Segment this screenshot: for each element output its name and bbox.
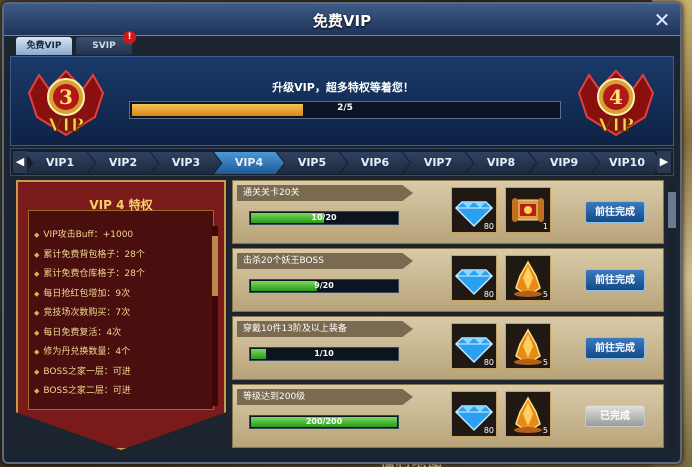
window-title: 免费VIP <box>312 12 372 30</box>
go-complete-button[interactable]: 前往完成 <box>585 269 645 291</box>
reward-count: 80 <box>483 426 494 435</box>
svg-text:4: 4 <box>609 85 623 109</box>
task-card: 等级达到200级 200/200 80 5 已完成 <box>232 384 664 448</box>
privileges-scroll-thumb[interactable] <box>212 236 218 296</box>
task-card: 通关关卡20关 10/20 80 1 前往完成 <box>232 180 664 244</box>
tab-svip-label: SVIP <box>92 41 116 51</box>
reward-count: 80 <box>483 358 494 367</box>
privilege-item: BOSS之家一层：可进 <box>34 363 204 383</box>
reward-slot[interactable]: 1 <box>505 187 551 233</box>
next-vip-badge-icon: 4 VIP <box>577 69 655 137</box>
privilege-item: 累计免费仓库格子：28个 <box>34 265 204 285</box>
tab-vip7[interactable]: VIP7 <box>403 152 473 174</box>
privileges-scrollbar[interactable] <box>212 226 218 406</box>
tab-vip9[interactable]: VIP9 <box>529 152 599 174</box>
go-complete-button[interactable]: 前往完成 <box>585 337 645 359</box>
notification-badge: ! <box>123 31 136 44</box>
upgrade-message: 升级VIP，超多特权等着您！ <box>272 81 414 94</box>
reward-count: 5 <box>542 290 548 299</box>
next-level-arrow-icon[interactable]: ▶ <box>657 151 671 173</box>
svg-text:VIP: VIP <box>47 115 84 136</box>
svg-text:3: 3 <box>59 85 73 109</box>
privilege-item: BOSS之家二层：可进 <box>34 382 204 402</box>
privilege-item: VIP攻击Buff：+1000 <box>34 226 204 246</box>
reward-slot[interactable]: 5 <box>505 323 551 369</box>
reward-slot[interactable]: 80 <box>451 255 497 301</box>
task-label: 击杀20个妖王BOSS <box>243 256 324 266</box>
reward-count: 5 <box>542 358 548 367</box>
tab-vip8[interactable]: VIP8 <box>466 152 536 174</box>
completed-button[interactable]: 已完成 <box>585 405 645 427</box>
privilege-item: 每日抢红包增加：9次 <box>34 285 204 305</box>
go-complete-button[interactable]: 前往完成 <box>585 201 645 223</box>
task-progress-bar: 10/20 <box>249 211 399 225</box>
task-scroll-thumb[interactable] <box>668 192 676 228</box>
close-button[interactable]: ✕ <box>650 8 674 32</box>
vip-progress-header: 3 VIP 升级VIP，超多特权等着您！ 2/5 4 VIP <box>10 56 674 146</box>
window-titlebar: 免费VIP ✕ <box>4 4 680 36</box>
reward-count: 80 <box>483 222 494 231</box>
tab-vip6[interactable]: VIP6 <box>340 152 410 174</box>
reward-slot[interactable]: 80 <box>451 187 497 233</box>
current-vip-badge-icon: 3 VIP <box>27 69 105 137</box>
tab-vip1[interactable]: VIP1 <box>25 152 95 174</box>
reward-slot[interactable]: 5 <box>505 391 551 437</box>
game-screen: 福利地图 免费VIP ✕ 免费VIP SVIP ! 3 VIP 升级VIP，超多… <box>0 0 692 467</box>
reward-count: 1 <box>542 222 548 231</box>
vip-window: 免费VIP ✕ 免费VIP SVIP ! 3 VIP 升级VIP，超多特权等着您… <box>2 2 682 464</box>
task-card: 穿戴10件13阶及以上装备 1/10 80 5 前往完成 <box>232 316 664 380</box>
task-progress-text: 200/200 <box>305 417 343 426</box>
privileges-list: VIP攻击Buff：+1000 累计免费背包格子：28个 累计免费仓库格子：28… <box>34 226 204 402</box>
reward-slot[interactable]: 80 <box>451 323 497 369</box>
reward-slot[interactable]: 5 <box>505 255 551 301</box>
reward-slot[interactable]: 80 <box>451 391 497 437</box>
task-progress-bar: 9/20 <box>249 279 399 293</box>
privilege-item: 每日免费复活：4次 <box>34 324 204 344</box>
vip-progress-text: 2/5 <box>337 103 353 113</box>
task-progress-text: 9/20 <box>314 281 334 290</box>
prev-level-arrow-icon[interactable]: ◀ <box>13 151 27 173</box>
tab-vip2[interactable]: VIP2 <box>88 152 158 174</box>
task-card: 击杀20个妖王BOSS 9/20 80 5 前往完成 <box>232 248 664 312</box>
task-label: 等级达到200级 <box>243 392 306 402</box>
tab-vip10[interactable]: VIP10 <box>592 152 662 174</box>
vip-progress-bar: 2/5 <box>129 101 561 119</box>
privilege-item: 修为丹兑换数量：4个 <box>34 343 204 363</box>
vip-level-selector: ◀ VIP1 VIP2 VIP3 VIP4 VIP5 VIP6 VIP7 VIP8 VIP9 VI… <box>10 148 674 176</box>
tab-vip5[interactable]: VIP5 <box>277 152 347 174</box>
task-label: 通关关卡20关 <box>243 188 300 198</box>
task-label: 穿戴10件13阶及以上装备 <box>243 324 347 334</box>
privilege-item: 竞技场次数购买：7次 <box>34 304 204 324</box>
task-progress-bar: 200/200 <box>249 415 399 429</box>
task-progress-bar: 1/10 <box>249 347 399 361</box>
svg-text:VIP: VIP <box>597 115 634 136</box>
tab-vip3[interactable]: VIP3 <box>151 152 221 174</box>
tab-free-vip[interactable]: 免费VIP <box>16 37 72 55</box>
privileges-panel: VIP 4 特权 VIP攻击Buff：+1000 累计免费背包格子：28个 累计… <box>16 180 226 456</box>
tab-vip4[interactable]: VIP4 <box>214 152 284 174</box>
task-list: 通关关卡20关 10/20 80 1 前往完成 击杀20个妖王BOSS 9/20 80 5 前往完… <box>232 180 664 448</box>
reward-count: 5 <box>542 426 548 435</box>
privileges-title: VIP 4 特权 <box>89 198 153 212</box>
tab-svip[interactable]: SVIP ! <box>76 31 136 55</box>
reward-count: 80 <box>483 290 494 299</box>
task-progress-text: 1/10 <box>314 349 334 358</box>
task-scrollbar[interactable] <box>668 182 676 448</box>
task-progress-text: 10/20 <box>311 213 337 222</box>
privilege-item: 累计免费背包格子：28个 <box>34 246 204 266</box>
